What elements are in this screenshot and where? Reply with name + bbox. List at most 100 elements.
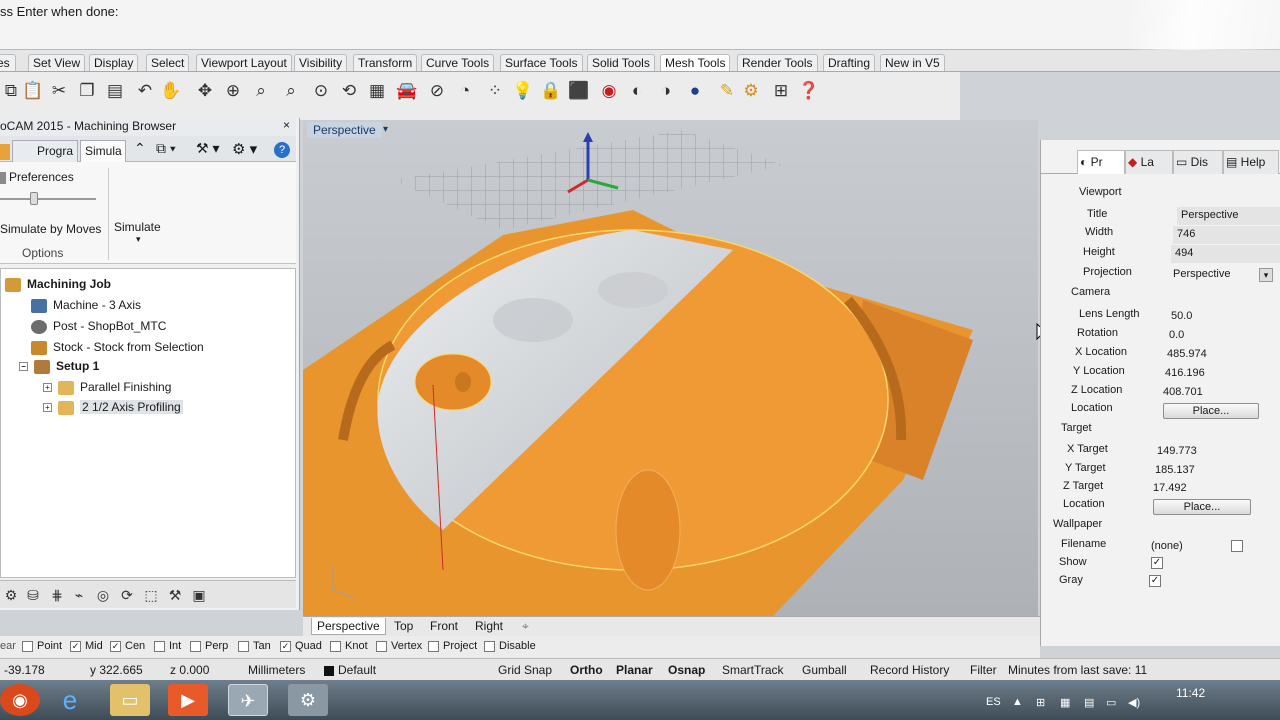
planar-toggle[interactable]: Planar — [616, 663, 653, 677]
tree-machine[interactable]: Machine - 3 Axis — [31, 296, 141, 315]
osnap-mid[interactable]: ✓ Mid — [70, 640, 103, 652]
osnap-int-checkbox[interactable] — [154, 640, 165, 652]
clipboard-icon[interactable]: ▤ — [104, 80, 126, 102]
viewtab-top[interactable]: Top — [389, 618, 418, 634]
preferences-button[interactable]: Preferences — [0, 170, 74, 184]
rotate-view-icon[interactable]: ⟲ — [338, 80, 360, 102]
osnap-cen-checkbox[interactable]: ✓ — [110, 640, 121, 652]
tab-display[interactable]: Display — [89, 54, 139, 71]
osnap-quad-checkbox[interactable]: ✓ — [280, 640, 291, 652]
tab-new-in-v5[interactable]: New in V5 — [880, 54, 945, 71]
tree-parallel-finishing[interactable]: + Parallel Finishing — [43, 378, 171, 397]
dimension-icon[interactable]: ⊞ — [770, 80, 792, 102]
gear-icon[interactable]: ⚙ ▾ — [232, 140, 257, 158]
tree-setup[interactable]: − Setup 1 — [19, 357, 99, 376]
filename-browse-button[interactable] — [1231, 540, 1243, 552]
osnap-knot-checkbox[interactable] — [330, 640, 341, 652]
zoom-icon[interactable]: ⊕ — [222, 80, 244, 102]
viewtab-right[interactable]: Right — [470, 618, 508, 634]
tree-machining-job[interactable]: Machining Job — [5, 275, 111, 294]
tool-icon-1[interactable]: ⚙ — [0, 584, 22, 606]
tool-icon-5[interactable]: ◎ — [92, 584, 114, 606]
yloc-field[interactable]: 416.196 — [1165, 367, 1205, 379]
box-icon[interactable]: ⬛ — [568, 80, 590, 102]
tool-icon-2[interactable]: ⛁ — [22, 584, 44, 606]
language-indicator[interactable]: ES — [986, 696, 1001, 708]
file-explorer-icon[interactable]: ▭ — [110, 684, 150, 716]
filename-field[interactable]: (none) — [1151, 540, 1183, 552]
copy-icon[interactable]: ⧉ — [0, 80, 22, 102]
tray-chevron-icon[interactable]: ▲ — [1012, 696, 1023, 708]
viewport-menu-icon[interactable]: ▾ — [383, 124, 388, 135]
ytarget-field[interactable]: 185.137 — [1155, 464, 1195, 476]
osnap-tan-checkbox[interactable] — [238, 640, 249, 652]
machining-tab-icon[interactable] — [0, 144, 10, 160]
speed-slider-track[interactable] — [0, 198, 96, 200]
perspective-viewport[interactable]: Perspective ▾ — [303, 120, 1038, 616]
osnap-vertex-checkbox[interactable] — [376, 640, 387, 652]
grid-snap-toggle[interactable]: Grid Snap — [498, 663, 552, 677]
add-viewport-icon[interactable]: ⌖ — [517, 618, 534, 635]
gumball-toggle[interactable]: Gumball — [802, 663, 847, 677]
shaded-icon[interactable]: ◐ — [626, 80, 648, 102]
clock[interactable]: 11:42 — [1176, 686, 1205, 700]
tools-icon[interactable]: ⚒ ▾ — [196, 140, 219, 157]
tab-drafting[interactable]: Drafting — [823, 54, 876, 71]
tab-partial[interactable]: es — [0, 54, 16, 71]
tab-layers[interactable]: ◆ La — [1125, 150, 1173, 174]
points-icon[interactable]: ⁘ — [484, 80, 506, 102]
smarttrack-toggle[interactable]: SmartTrack — [722, 663, 784, 677]
network-icon[interactable]: ▦ — [1060, 696, 1070, 709]
light-icon[interactable]: 💡 — [512, 80, 534, 102]
rhinocam-taskbar-icon[interactable]: ⚙ — [288, 684, 328, 716]
render-sphere-icon[interactable]: ◉ — [598, 80, 620, 102]
osnap-knot[interactable]: Knot — [330, 640, 368, 652]
close-icon[interactable]: × — [283, 118, 290, 132]
simulate-dropdown-icon[interactable]: ▾ — [136, 234, 141, 245]
simulate-button[interactable]: Simulate — [114, 220, 161, 234]
hatch-icon[interactable]: ⊘ — [426, 80, 448, 102]
ortho-toggle[interactable]: Ortho — [570, 663, 603, 677]
tool-icon-7[interactable]: ⬚ — [140, 584, 162, 606]
tab-visibility[interactable]: Visibility — [294, 54, 348, 71]
zloc-field[interactable]: 408.701 — [1163, 386, 1203, 398]
filter-button[interactable]: Filter — [970, 663, 997, 677]
projection-dropdown-icon[interactable]: ▾ — [1259, 268, 1273, 282]
osnap-cen[interactable]: ✓ Cen — [110, 640, 145, 652]
collapse-icon[interactable]: ⌃ — [134, 140, 146, 157]
tab-simulate[interactable]: Simula — [80, 140, 126, 162]
zoom-extents-icon[interactable]: ⌕ — [280, 80, 302, 102]
rhino-taskbar-icon[interactable]: ✈ — [228, 684, 268, 716]
osnap-tan[interactable]: Tan — [238, 640, 271, 652]
tool-icon-6[interactable]: ⟳ — [116, 584, 138, 606]
tab-solid-tools[interactable]: Solid Tools — [587, 54, 655, 71]
speed-slider-thumb[interactable] — [30, 192, 38, 205]
viewtab-perspective[interactable]: Perspective — [311, 618, 386, 635]
help-icon[interactable]: ? — [274, 142, 290, 158]
xloc-field[interactable]: 485.974 — [1167, 348, 1207, 360]
car-icon[interactable]: 🚘 — [396, 80, 418, 102]
tree-profiling[interactable]: +2 1/2 Axis Profiling — [43, 398, 183, 417]
tab-surface-tools[interactable]: Surface Tools — [500, 54, 583, 71]
title-field[interactable]: Perspective — [1177, 207, 1280, 225]
printer-icon[interactable]: ▤ — [1084, 696, 1094, 709]
osnap-project[interactable]: Project — [428, 640, 477, 652]
osnap-point[interactable]: Point — [22, 640, 62, 652]
tab-display[interactable]: ▭ Dis — [1173, 150, 1223, 174]
zoom-selected-icon[interactable]: ⊙ — [310, 80, 332, 102]
ztarget-field[interactable]: 17.492 — [1153, 482, 1187, 494]
tab-render-tools[interactable]: Render Tools — [737, 54, 818, 71]
internet-explorer-icon[interactable]: e — [50, 684, 90, 716]
xtarget-field[interactable]: 149.773 — [1157, 445, 1197, 457]
tool-icon-3[interactable]: ⋕ — [46, 584, 68, 606]
layer-indicator[interactable]: Default — [324, 663, 376, 677]
show-checkbox[interactable]: ✓ — [1151, 557, 1163, 569]
tool-icon-4[interactable]: ⌁ — [68, 584, 90, 606]
osnap-quad[interactable]: ✓ Quad — [280, 640, 322, 652]
osnap-disable-checkbox[interactable] — [484, 640, 495, 652]
osnap-mid-checkbox[interactable]: ✓ — [70, 640, 81, 652]
tab-transform[interactable]: Transform — [353, 54, 418, 71]
pan-icon[interactable]: ✋ — [160, 80, 182, 102]
cut-icon[interactable]: ✂ — [48, 80, 70, 102]
copy-doc-icon[interactable]: ❐ — [76, 80, 98, 102]
